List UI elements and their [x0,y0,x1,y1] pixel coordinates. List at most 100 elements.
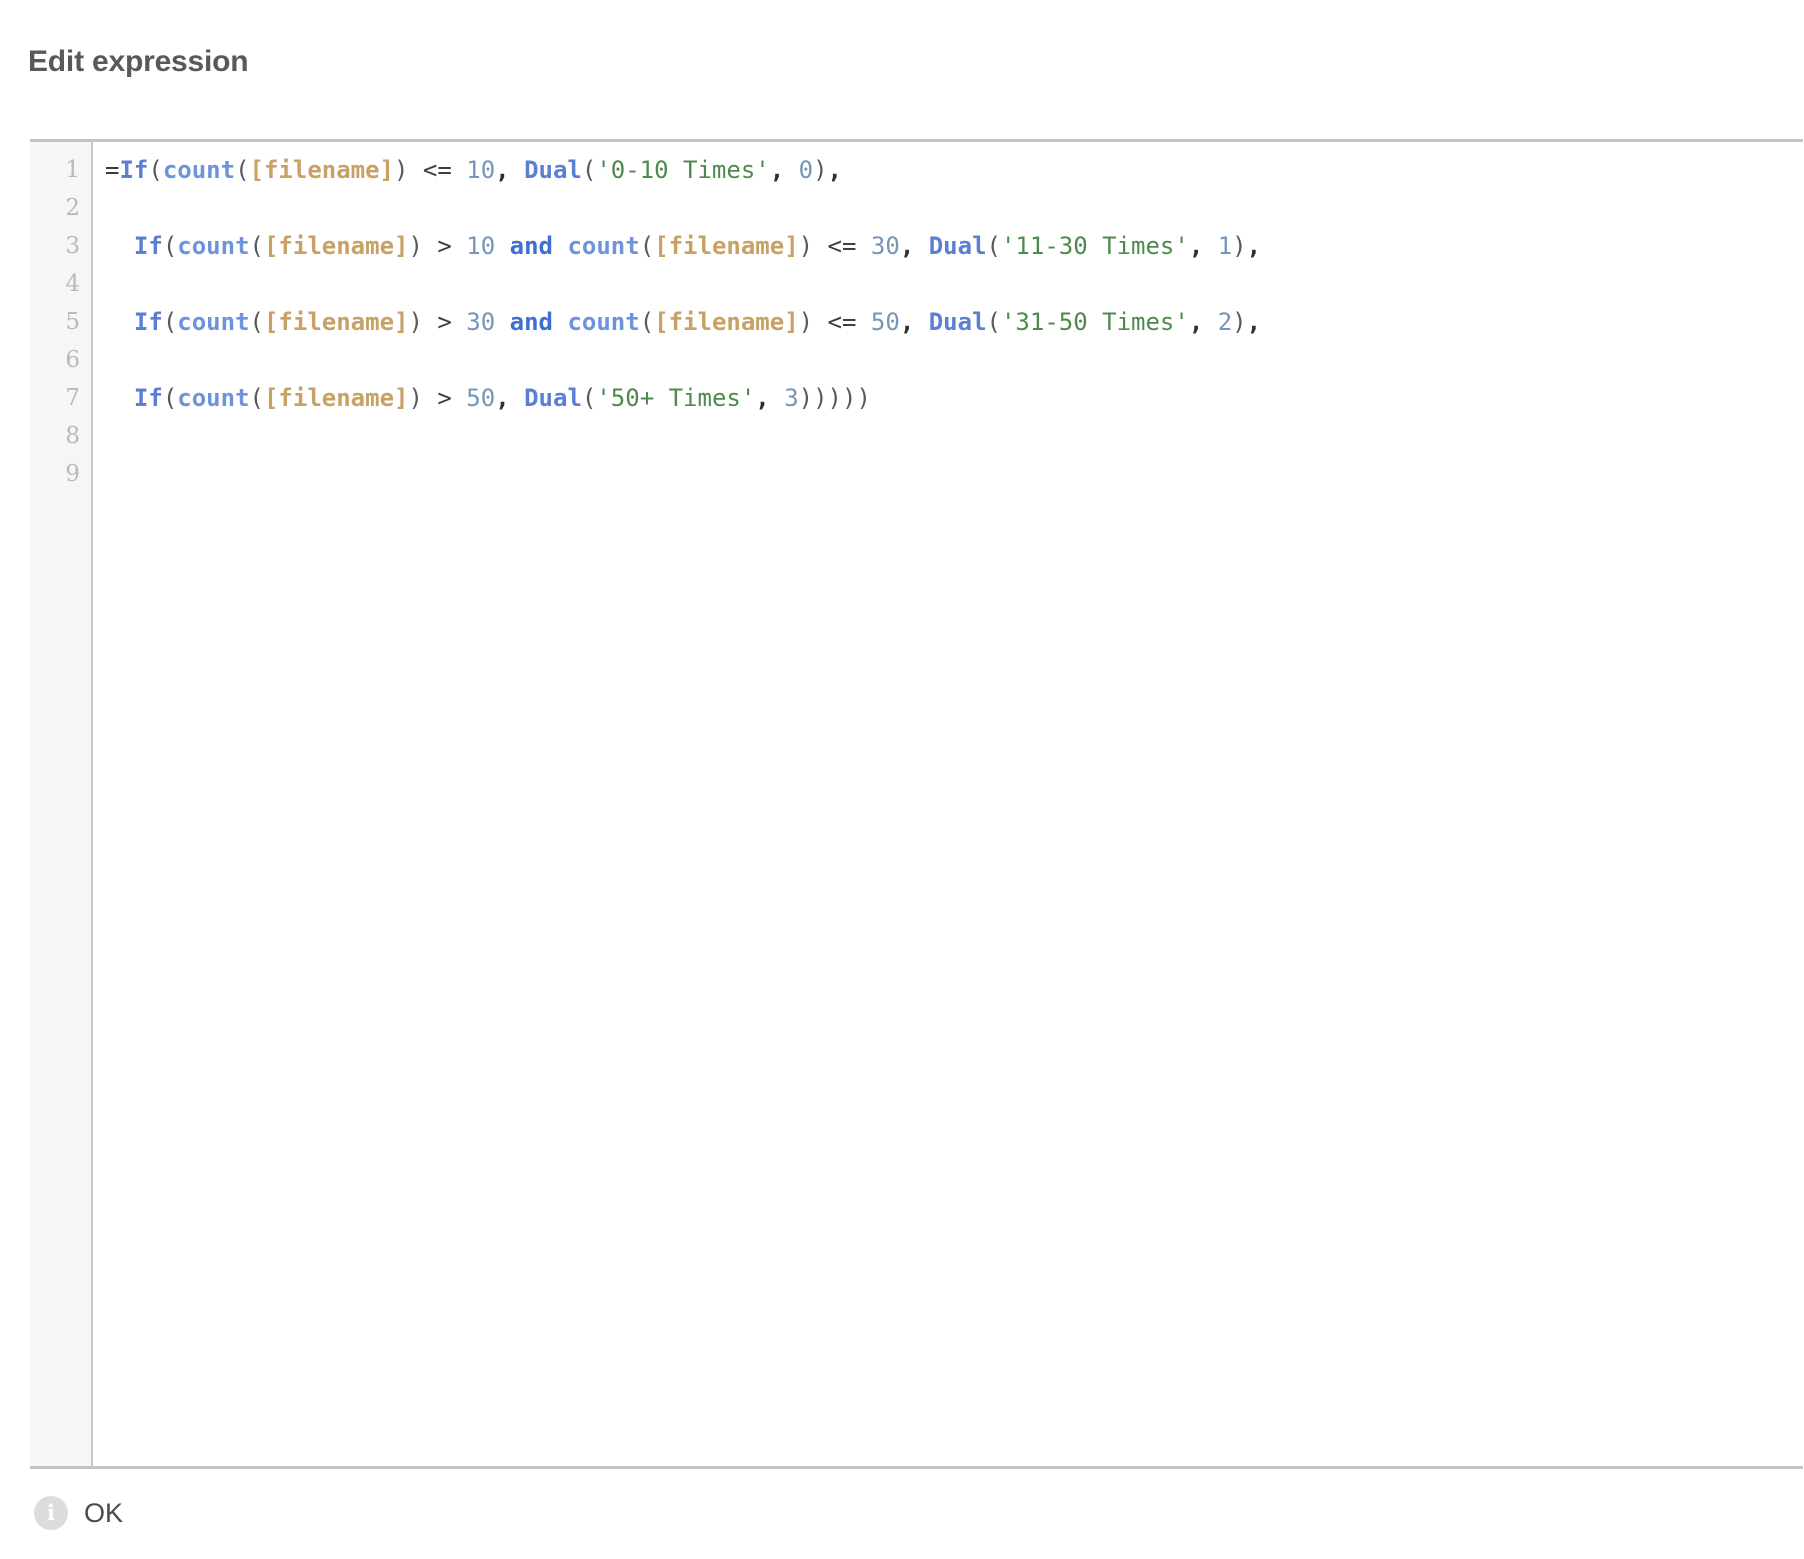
line-number: 4 [65,271,80,297]
code-token: , [1246,308,1262,336]
code-token: <= [813,232,871,260]
line-number: 8 [65,423,80,449]
code-token: ) [408,308,423,336]
code-token: count [177,232,250,260]
code-token: 0 [798,156,814,184]
code-token: > [422,232,467,260]
code-token: , [1188,308,1204,336]
code-token: [filename] [654,232,799,260]
code-token: [filename] [263,232,409,260]
line-number: 9 [65,461,80,487]
code-line[interactable] [105,341,1803,379]
line-number-gutter: 1 2 3 4 5 6 7 8 9 [30,142,93,1466]
code-token: [filename] [263,384,409,412]
line-number: 1 [65,157,80,183]
line-number: 2 [65,195,80,221]
code-token: Dual [524,156,582,184]
code-token: ( [162,232,178,260]
code-token: '11-30 Times' [1000,232,1189,260]
code-token: ( [249,308,264,336]
code-token: ) [408,384,423,412]
code-token: If [133,384,163,412]
code-token: , [899,308,915,336]
code-line[interactable]: =If(count([filename]) <= 10, Dual('0-10 … [105,151,1803,189]
code-token: [filename] [654,308,799,336]
info-icon: i [34,1496,68,1530]
code-token: > [422,308,467,336]
code-token: ) [798,232,814,260]
page-title: Edit expression [28,45,249,78]
code-token: ( [162,384,178,412]
code-line[interactable] [105,417,1803,455]
edit-expression-dialog: Edit expression 123456789 =If(count([fil… [0,0,1804,1559]
code-token: ( [148,156,163,184]
code-token: ( [249,232,264,260]
code-token: If [133,232,163,260]
code-line[interactable]: If(count([filename]) > 10 and count([fil… [105,227,1803,265]
code-token: ( [581,384,597,412]
code-token: ) [408,232,423,260]
code-token: ( [639,232,655,260]
code-input-area[interactable]: =If(count([filename]) <= 10, Dual('0-10 … [93,142,1803,1466]
code-token: count [177,308,250,336]
code-token: Dual [524,384,582,412]
code-token: '31-50 Times' [1000,308,1189,336]
code-token: = [105,156,120,184]
code-token: 50 [870,308,900,336]
code-token: and [509,308,553,336]
code-token: '0-10 Times' [596,156,770,184]
code-token: 10 [466,232,496,260]
code-line[interactable]: If(count([filename]) > 50, Dual('50+ Tim… [105,379,1803,417]
code-token: Dual [928,308,987,336]
code-token: and [509,232,553,260]
code-token: ( [639,308,655,336]
code-token: ) [394,156,409,184]
code-token: [filename] [263,308,409,336]
code-token: count [177,384,250,412]
code-token: 30 [870,232,900,260]
code-token: ( [581,156,597,184]
code-token: '50+ Times' [596,384,756,412]
code-token: , [755,384,770,412]
status-bar: i OK [34,1493,123,1533]
code-token: 2 [1217,308,1233,336]
code-token: , [1246,232,1262,260]
code-line[interactable]: If(count([filename]) > 30 and count([fil… [105,303,1803,341]
code-token: ) [1232,232,1247,260]
expression-editor[interactable]: 123456789 =If(count([filename]) <= 10, D… [30,139,1803,1469]
code-token: count [567,232,640,260]
code-token: <= [408,156,467,184]
code-token: 1 [1217,232,1233,260]
code-token: 50 [466,384,496,412]
code-token: count [162,156,236,184]
code-token: 10 [466,156,496,184]
code-token: 3 [784,384,799,412]
status-label: OK [84,1498,124,1528]
code-token: , [1188,232,1204,260]
code-token: , [495,384,510,412]
code-line[interactable] [105,189,1803,227]
line-number: 7 [65,385,80,411]
code-token: If [119,156,149,184]
code-line[interactable] [105,455,1803,493]
code-token: ))))) [798,384,871,412]
code-token: ( [235,156,250,184]
code-token: If [133,308,163,336]
code-line[interactable] [105,265,1803,303]
code-token: , [899,232,915,260]
info-icon-glyph: i [47,1499,55,1525]
line-number: 6 [65,347,80,373]
code-token: , [827,156,842,184]
